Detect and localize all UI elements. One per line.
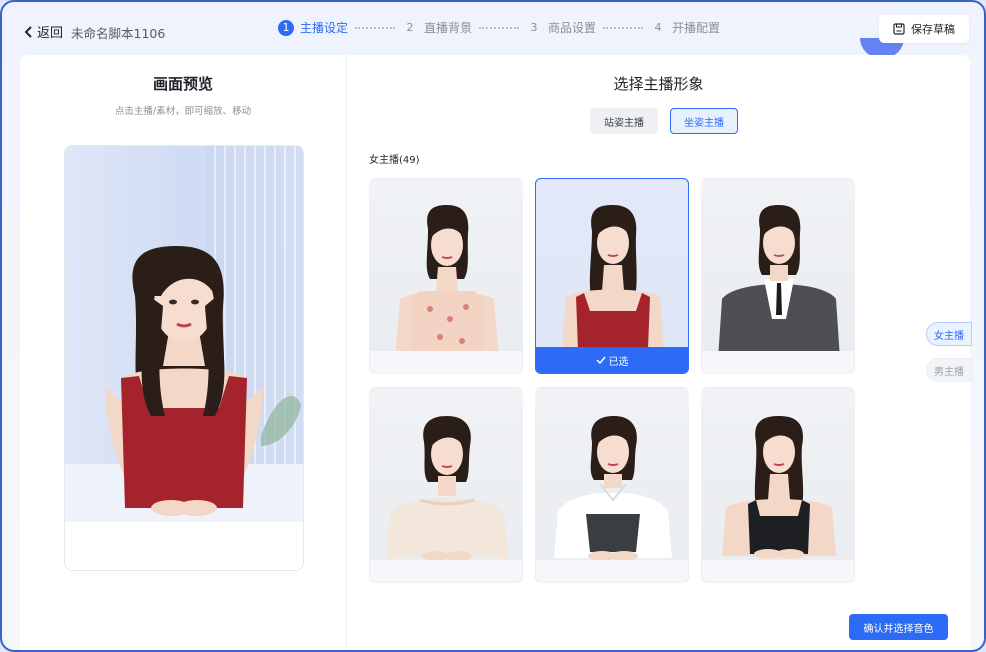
- step-1-label: 主播设定: [300, 21, 349, 35]
- step-3-number: 3: [530, 21, 538, 34]
- preview-anchor-image[interactable]: [65, 146, 303, 522]
- step-indicator: 1 主播设定 2 直播背景 3 商品设置 4 开播配置: [278, 19, 720, 36]
- back-button[interactable]: 返回: [24, 22, 63, 41]
- step-2-number: 2: [406, 21, 414, 34]
- anchor-card[interactable]: [701, 387, 855, 583]
- anchor-card[interactable]: [369, 387, 523, 583]
- desk: [370, 560, 522, 582]
- check-icon: [595, 356, 606, 364]
- step-3[interactable]: 3 商品设置: [526, 19, 597, 36]
- preview-canvas[interactable]: [65, 146, 303, 522]
- desk: [370, 351, 522, 373]
- desk: [536, 560, 688, 582]
- step-4-label: 开播配置: [672, 21, 721, 35]
- tab-male-anchor[interactable]: 男主播: [926, 358, 972, 382]
- back-label: 返回: [37, 26, 64, 41]
- anchor-select-panel: 选择主播形象 站姿主播 坐姿主播 女主播(49) 已选: [347, 55, 970, 650]
- chevron-left-icon: [24, 25, 32, 38]
- anchor-5-image: [554, 416, 672, 561]
- save-draft-button[interactable]: 保存草稿: [879, 15, 969, 43]
- anchor-4-image: [386, 416, 508, 561]
- step-3-label: 商品设置: [548, 21, 597, 35]
- step-2-label: 直播背景: [424, 21, 473, 35]
- gender-tabs: 女主播 男主播: [926, 322, 972, 382]
- anchor-card[interactable]: [701, 178, 855, 374]
- tab-standing-anchor[interactable]: 站姿主播: [590, 108, 658, 134]
- confirm-select-voice-button[interactable]: 确认并选择音色: [849, 614, 948, 640]
- save-draft-label: 保存草稿: [911, 23, 955, 36]
- anchor-card[interactable]: [369, 178, 523, 374]
- preview-card: [64, 145, 304, 571]
- anchor-grid: 已选: [369, 178, 855, 583]
- script-name: 未命名脚本1106: [71, 26, 166, 41]
- anchor-card[interactable]: [535, 387, 689, 583]
- step-1[interactable]: 1 主播设定: [278, 19, 348, 36]
- step-4-number: 4: [654, 21, 662, 34]
- selected-label: 已选: [608, 356, 629, 368]
- anchor-6-image: [722, 416, 836, 559]
- step-1-number: 1: [278, 19, 294, 36]
- preview-panel: 画面预览 点击主播/素材，即可缩放、移动: [20, 55, 346, 650]
- preview-title: 画面预览: [152, 75, 213, 93]
- anchor-2-image: [562, 205, 664, 349]
- selected-badge: 已选: [536, 347, 688, 373]
- category-label: 女主播(49): [369, 155, 420, 166]
- step-2[interactable]: 2 直播背景: [402, 19, 473, 36]
- anchor-1-image: [394, 205, 500, 369]
- tab-female-anchor[interactable]: 女主播: [926, 322, 972, 346]
- step-connector: [603, 26, 644, 29]
- step-connector: [479, 26, 520, 29]
- anchor-3-image: [718, 205, 840, 362]
- select-title: 选择主播形象: [613, 75, 704, 93]
- tab-sitting-anchor[interactable]: 坐姿主播: [670, 108, 738, 134]
- step-connector: [355, 26, 396, 29]
- preview-hint: 点击主播/素材，即可缩放、移动: [114, 106, 252, 117]
- step-4[interactable]: 4 开播配置: [650, 19, 721, 36]
- app-window: 返回 未命名脚本1106 1 主播设定 2 直播背景 3 商品设置 4 开播配置…: [0, 0, 986, 652]
- pose-tabs: 站姿主播 坐姿主播: [590, 108, 738, 134]
- desk: [702, 560, 854, 582]
- desk: [702, 351, 854, 373]
- save-icon: [893, 23, 905, 35]
- anchor-card-selected[interactable]: 已选: [535, 178, 689, 374]
